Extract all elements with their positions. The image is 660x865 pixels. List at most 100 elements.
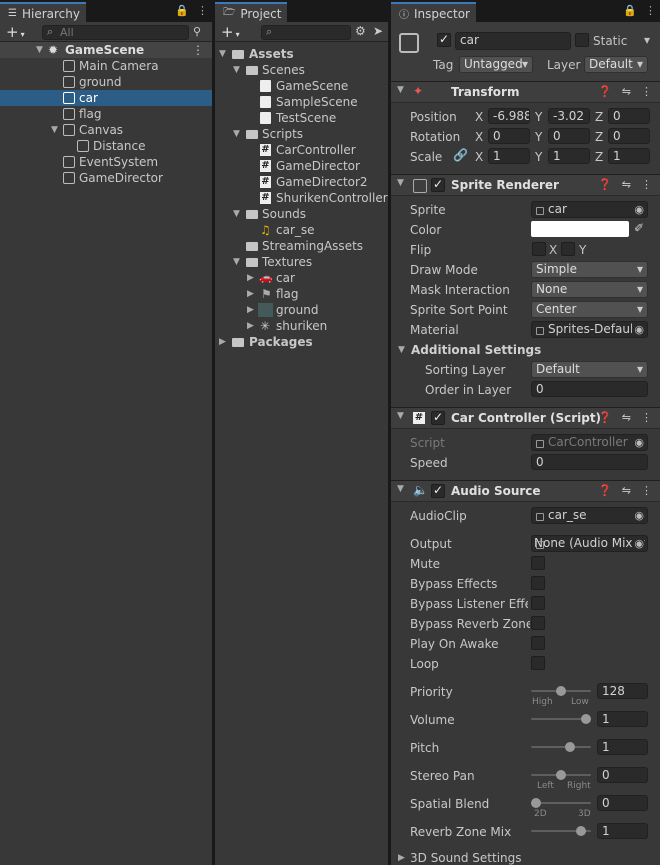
collapse-arrow-icon[interactable]: ▼ [397, 85, 404, 95]
list-item[interactable]: SampleScene [215, 94, 388, 110]
list-item[interactable]: ▶ ✳ shuriken [215, 318, 388, 334]
reverb-zone-mix-field[interactable]: 1 [597, 823, 648, 839]
eyedropper-icon[interactable]: ✐ [634, 221, 644, 235]
flip-x-checkbox[interactable] [532, 242, 546, 256]
list-item[interactable]: Distance [0, 138, 212, 154]
expand-arrow-icon[interactable]: ▼ [233, 62, 240, 78]
bypass-listener-checkbox[interactable] [531, 596, 545, 610]
order-in-layer-field[interactable]: 0 [531, 381, 648, 397]
expand-arrow-icon[interactable]: ▼ [233, 206, 240, 222]
rotation-y-field[interactable]: 0 [548, 128, 590, 144]
tab-inspector[interactable]: ⓘ Inspector [391, 2, 476, 22]
output-object-field[interactable]: None (Audio Mixer Group) [531, 535, 648, 552]
list-item[interactable]: ▶ 🚗 car [215, 270, 388, 286]
gameobject-large-icon[interactable] [399, 33, 419, 53]
menu-dots-icon[interactable]: ⋮ [645, 4, 656, 17]
pitch-slider[interactable] [531, 742, 591, 752]
rotation-x-field[interactable]: 0 [488, 128, 530, 144]
collapse-arrow-icon[interactable]: ▼ [397, 484, 404, 494]
constrain-proportions-icon[interactable]: 🔗 [453, 148, 468, 162]
tab-hierarchy[interactable]: ☰ Hierarchy [0, 2, 86, 22]
color-swatch[interactable] [531, 221, 629, 237]
material-object-field[interactable]: Sprites-Default [531, 321, 648, 338]
loop-checkbox[interactable] [531, 656, 545, 670]
list-item[interactable]: # GameDirector [215, 158, 388, 174]
reverb-zone-mix-slider-knob[interactable] [576, 826, 586, 836]
transform-header[interactable]: ▼ ✦ Transform ❓ ⇋ ⋮ [391, 81, 660, 103]
folder-row-textures[interactable]: ▼ Textures [215, 254, 388, 270]
lock-icon[interactable]: 🔒 [175, 4, 189, 17]
list-item[interactable]: ▼ Canvas [0, 122, 212, 138]
object-name-field[interactable]: car [455, 32, 571, 50]
preset-icon[interactable]: ⇋ [622, 484, 631, 497]
play-on-awake-checkbox[interactable] [531, 636, 545, 650]
label-icon[interactable]: ➤ [373, 24, 383, 38]
collapse-arrow-icon[interactable]: ▼ [397, 178, 404, 188]
expand-arrow-icon[interactable]: ▶ [219, 334, 226, 350]
flip-y-checkbox[interactable] [561, 242, 575, 256]
help-icon[interactable]: ❓ [598, 85, 612, 98]
project-search-input[interactable] [261, 25, 351, 40]
folder-row-scenes[interactable]: ▼ Scenes [215, 62, 388, 78]
list-item[interactable]: ▶ ⚑ flag [215, 286, 388, 302]
draw-mode-dropdown[interactable]: Simple [531, 261, 648, 278]
list-item[interactable]: # ShurikenController [215, 190, 388, 206]
volume-slider[interactable] [531, 714, 591, 724]
bypass-reverb-checkbox[interactable] [531, 616, 545, 630]
list-item[interactable]: GameDirector [0, 170, 212, 186]
position-z-field[interactable]: 0 [608, 108, 650, 124]
lock-icon[interactable]: 🔒 [623, 4, 637, 17]
stereo-pan-slider-knob[interactable] [556, 770, 566, 780]
component-enabled-checkbox[interactable] [431, 177, 445, 192]
expand-arrow-icon[interactable]: ▼ [233, 126, 240, 142]
menu-dots-icon[interactable]: ⋮ [641, 178, 652, 191]
menu-dots-icon[interactable]: ⋮ [197, 4, 208, 17]
additional-settings-foldout[interactable]: Additional Settings [411, 343, 541, 357]
folder-row-sounds[interactable]: ▼ Sounds [215, 206, 388, 222]
speed-field[interactable]: 0 [531, 454, 648, 470]
expand-arrow-icon[interactable]: ▶ [247, 318, 254, 334]
create-button[interactable]: + ▾ [6, 23, 25, 41]
volume-slider-knob[interactable] [581, 714, 591, 724]
static-checkbox[interactable] [575, 33, 589, 47]
tab-project[interactable]: 🗁 Project [215, 2, 288, 22]
list-item-selected[interactable]: car [0, 90, 212, 106]
list-item[interactable]: Main Camera [0, 58, 212, 74]
mask-interaction-dropdown[interactable]: None [531, 281, 648, 298]
expand-arrow-icon[interactable]: ▶ [247, 270, 254, 286]
preset-icon[interactable]: ⇋ [622, 411, 631, 424]
3d-sound-settings-foldout[interactable]: 3D Sound Settings [410, 851, 522, 865]
expand-arrow-icon[interactable]: ▶ [398, 853, 405, 863]
audioclip-object-field[interactable]: car_se [531, 507, 648, 524]
spatial-blend-slider-knob[interactable] [531, 798, 541, 808]
list-item[interactable]: ground [0, 74, 212, 90]
priority-slider[interactable] [531, 686, 591, 696]
expand-arrow-icon[interactable]: ▼ [219, 46, 226, 62]
sort-point-dropdown[interactable]: Center [531, 301, 648, 318]
expand-arrow-icon[interactable]: ▶ [247, 286, 254, 302]
help-icon[interactable]: ❓ [598, 178, 612, 191]
stereo-pan-field[interactable]: 0 [597, 767, 648, 783]
position-y-field[interactable]: -3.02 [548, 108, 590, 124]
help-icon[interactable]: ❓ [598, 484, 612, 497]
priority-slider-knob[interactable] [556, 686, 566, 696]
layer-dropdown[interactable]: Default [584, 56, 648, 73]
position-x-field[interactable]: -6.988 [488, 108, 530, 124]
menu-dots-icon[interactable]: ⋮ [641, 85, 652, 98]
folder-row-streaming[interactable]: StreamingAssets [215, 238, 388, 254]
priority-field[interactable]: 128 [597, 683, 648, 699]
audio-source-header[interactable]: ▼ 🔈 Audio Source ❓ ⇋ ⋮ [391, 480, 660, 502]
scene-menu-icon[interactable]: ⋮ [192, 42, 204, 58]
sprite-renderer-header[interactable]: ▼ Sprite Renderer ❓ ⇋ ⋮ [391, 174, 660, 196]
mute-checkbox[interactable] [531, 556, 545, 570]
active-checkbox[interactable] [437, 32, 451, 47]
stereo-pan-slider[interactable] [531, 770, 591, 780]
rotation-z-field[interactable]: 0 [608, 128, 650, 144]
filter-type-icon[interactable]: ⚙ [355, 24, 366, 38]
bypass-effects-checkbox[interactable] [531, 576, 545, 590]
tag-dropdown[interactable]: Untagged [459, 56, 533, 73]
list-item[interactable]: ♫ car_se [215, 222, 388, 238]
collapse-arrow-icon[interactable]: ▼ [398, 345, 405, 355]
component-enabled-checkbox[interactable] [431, 410, 445, 425]
scale-x-field[interactable]: 1 [488, 148, 530, 164]
